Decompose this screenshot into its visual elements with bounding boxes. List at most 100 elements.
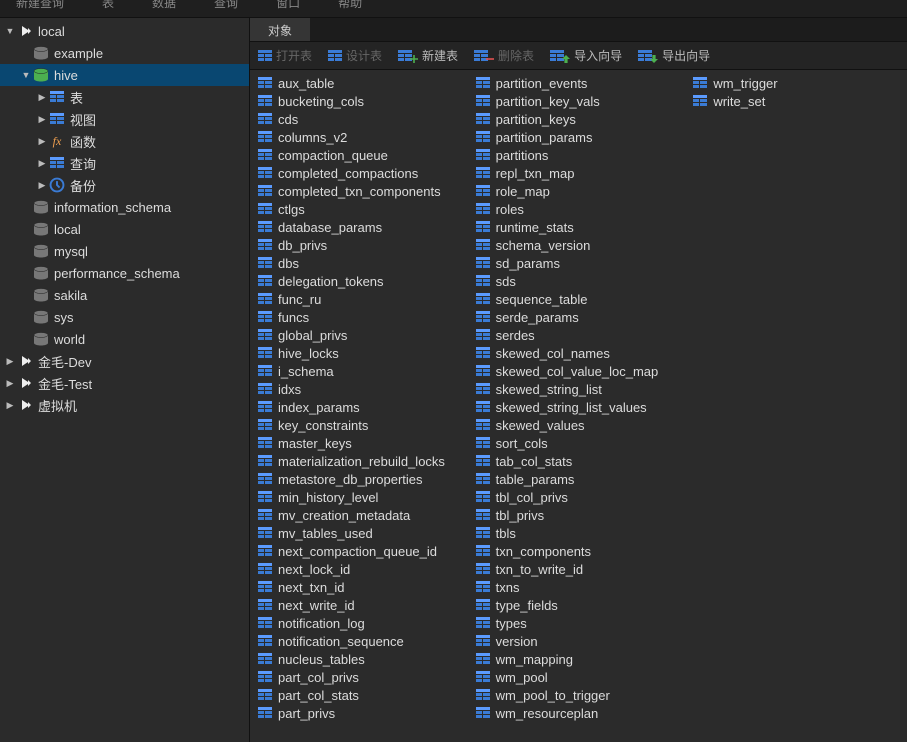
tab-objects[interactable]: 对象 <box>250 18 310 41</box>
table-item[interactable]: serde_params <box>472 308 690 326</box>
tree-node-performance_schema[interactable]: performance_schema <box>0 262 249 284</box>
table-item[interactable]: next_lock_id <box>254 560 472 578</box>
table-item[interactable]: next_write_id <box>254 596 472 614</box>
tree-node-金毛-Test[interactable]: ▶金毛-Test <box>0 372 249 394</box>
table-item[interactable]: func_ru <box>254 290 472 308</box>
table-item[interactable]: tab_col_stats <box>472 452 690 470</box>
table-item[interactable]: partition_keys <box>472 110 690 128</box>
table-item[interactable]: part_col_privs <box>254 668 472 686</box>
table-item[interactable]: version <box>472 632 690 650</box>
table-item[interactable]: skewed_values <box>472 416 690 434</box>
table-item[interactable]: notification_log <box>254 614 472 632</box>
table-item[interactable]: wm_resourceplan <box>472 704 690 722</box>
table-item[interactable]: compaction_queue <box>254 146 472 164</box>
tree-node-sys[interactable]: sys <box>0 306 249 328</box>
table-item[interactable]: delegation_tokens <box>254 272 472 290</box>
table-item[interactable]: sequence_table <box>472 290 690 308</box>
menu-item[interactable]: 表 <box>102 0 114 11</box>
table-item[interactable]: skewed_col_names <box>472 344 690 362</box>
table-item[interactable]: sds <box>472 272 690 290</box>
tree-node-函数[interactable]: ▶fx函数 <box>0 130 249 152</box>
tree-node-world[interactable]: world <box>0 328 249 350</box>
table-item[interactable]: funcs <box>254 308 472 326</box>
table-item[interactable]: write_set <box>689 92 907 110</box>
table-item[interactable]: key_constraints <box>254 416 472 434</box>
table-item[interactable]: partition_key_vals <box>472 92 690 110</box>
table-item[interactable]: partitions <box>472 146 690 164</box>
tree-node-local[interactable]: ▼local <box>0 20 249 42</box>
table-item[interactable]: serdes <box>472 326 690 344</box>
tree-node-sakila[interactable]: sakila <box>0 284 249 306</box>
table-item[interactable]: columns_v2 <box>254 128 472 146</box>
tree-node-视图[interactable]: ▶视图 <box>0 108 249 130</box>
table-item[interactable]: types <box>472 614 690 632</box>
tree-node-hive[interactable]: ▼ hive <box>0 64 249 86</box>
table-item[interactable]: database_params <box>254 218 472 236</box>
table-item[interactable]: tbl_privs <box>472 506 690 524</box>
table-item[interactable]: index_params <box>254 398 472 416</box>
table-item[interactable]: partition_events <box>472 74 690 92</box>
table-item[interactable]: wm_pool_to_trigger <box>472 686 690 704</box>
table-item[interactable]: ctlgs <box>254 200 472 218</box>
table-item[interactable]: txn_to_write_id <box>472 560 690 578</box>
table-item[interactable]: global_privs <box>254 326 472 344</box>
table-item[interactable]: wm_mapping <box>472 650 690 668</box>
table-item[interactable]: materialization_rebuild_locks <box>254 452 472 470</box>
tree-node-备份[interactable]: ▶备份 <box>0 174 249 196</box>
table-item[interactable]: skewed_string_list_values <box>472 398 690 416</box>
table-item[interactable]: roles <box>472 200 690 218</box>
export-wizard-button[interactable]: 导出向导 <box>638 47 710 64</box>
table-item[interactable]: repl_txn_map <box>472 164 690 182</box>
table-item[interactable]: skewed_string_list <box>472 380 690 398</box>
table-item[interactable]: nucleus_tables <box>254 650 472 668</box>
table-item[interactable]: skewed_col_value_loc_map <box>472 362 690 380</box>
new-table-button[interactable]: 新建表 <box>398 47 458 64</box>
delete-table-button[interactable]: 删除表 <box>474 47 534 64</box>
table-item[interactable]: hive_locks <box>254 344 472 362</box>
table-item[interactable]: txn_components <box>472 542 690 560</box>
table-item[interactable]: type_fields <box>472 596 690 614</box>
table-item[interactable]: completed_compactions <box>254 164 472 182</box>
tree-node-表[interactable]: ▶表 <box>0 86 249 108</box>
menu-item[interactable]: 新建查询 <box>16 0 64 11</box>
tree-node-查询[interactable]: ▶查询 <box>0 152 249 174</box>
import-wizard-button[interactable]: 导入向导 <box>550 47 622 64</box>
table-item[interactable]: tbls <box>472 524 690 542</box>
table-item[interactable]: metastore_db_properties <box>254 470 472 488</box>
table-item[interactable]: txns <box>472 578 690 596</box>
menu-item[interactable]: 查询 <box>214 0 238 11</box>
table-item[interactable]: sort_cols <box>472 434 690 452</box>
table-item[interactable]: tbl_col_privs <box>472 488 690 506</box>
table-item[interactable]: bucketing_cols <box>254 92 472 110</box>
table-item[interactable]: part_privs <box>254 704 472 722</box>
table-item[interactable]: i_schema <box>254 362 472 380</box>
table-item[interactable]: master_keys <box>254 434 472 452</box>
table-item[interactable]: next_compaction_queue_id <box>254 542 472 560</box>
tree-node-金毛-Dev[interactable]: ▶金毛-Dev <box>0 350 249 372</box>
table-item[interactable]: schema_version <box>472 236 690 254</box>
tree-node-example[interactable]: example <box>0 42 249 64</box>
table-item[interactable]: next_txn_id <box>254 578 472 596</box>
table-item[interactable]: notification_sequence <box>254 632 472 650</box>
table-item[interactable]: table_params <box>472 470 690 488</box>
table-item[interactable]: role_map <box>472 182 690 200</box>
tree-node-虚拟机[interactable]: ▶虚拟机 <box>0 394 249 416</box>
table-item[interactable]: idxs <box>254 380 472 398</box>
table-item[interactable]: runtime_stats <box>472 218 690 236</box>
menu-item[interactable]: 数据 <box>152 0 176 11</box>
table-item[interactable]: dbs <box>254 254 472 272</box>
table-item[interactable]: mv_tables_used <box>254 524 472 542</box>
tree-node-mysql[interactable]: mysql <box>0 240 249 262</box>
table-item[interactable]: cds <box>254 110 472 128</box>
table-item[interactable]: wm_pool <box>472 668 690 686</box>
design-table-button[interactable]: 设计表 <box>328 47 382 64</box>
tree-node-local[interactable]: local <box>0 218 249 240</box>
table-item[interactable]: aux_table <box>254 74 472 92</box>
table-item[interactable]: partition_params <box>472 128 690 146</box>
table-item[interactable]: completed_txn_components <box>254 182 472 200</box>
menu-item[interactable]: 窗口 <box>276 0 300 11</box>
menu-item[interactable]: 帮助 <box>338 0 362 11</box>
open-table-button[interactable]: 打开表 <box>258 47 312 64</box>
table-item[interactable]: wm_trigger <box>689 74 907 92</box>
table-item[interactable]: mv_creation_metadata <box>254 506 472 524</box>
